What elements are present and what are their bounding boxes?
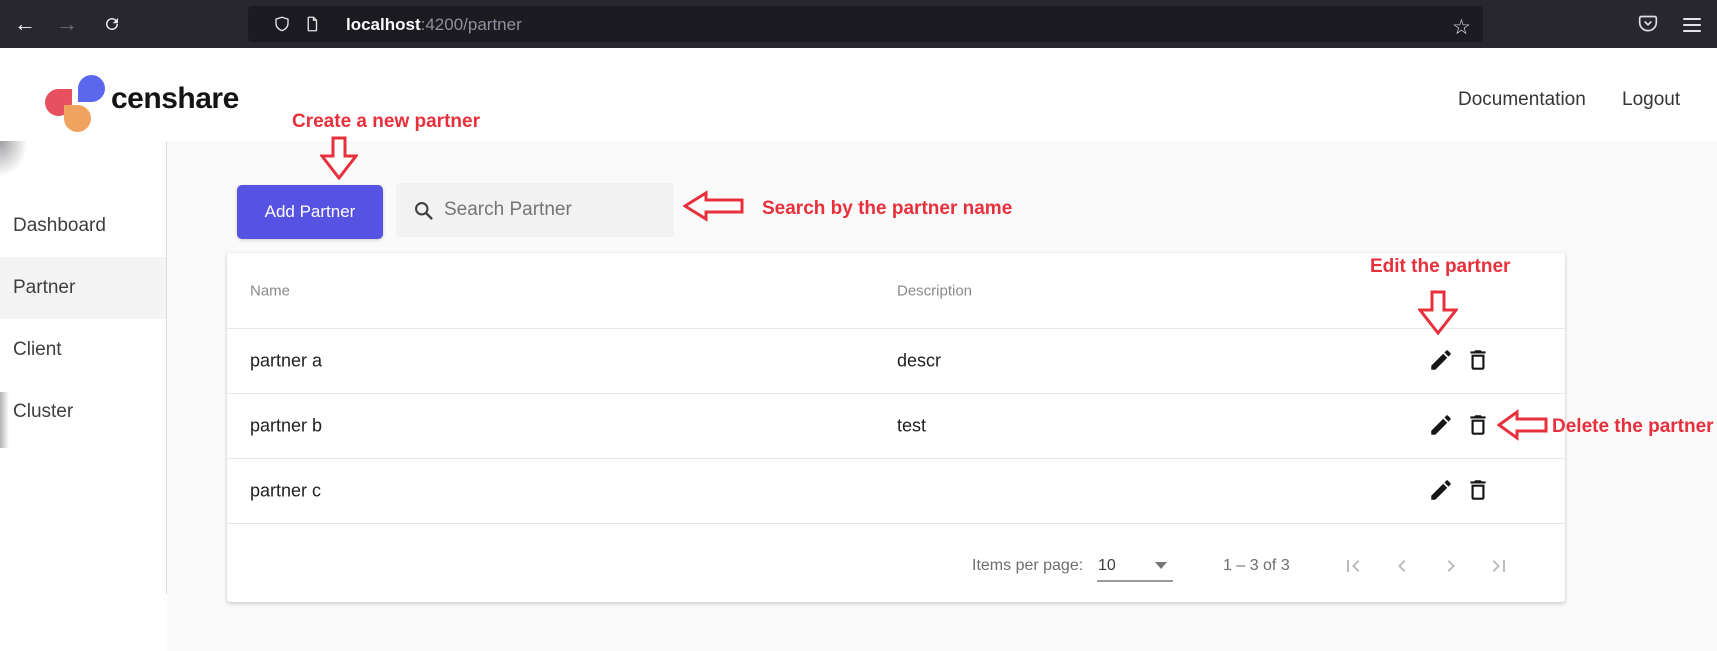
partner-name-cell: partner a — [250, 351, 322, 372]
url-path: :4200/partner — [421, 15, 522, 34]
delete-icon[interactable] — [1464, 347, 1492, 375]
url-bar[interactable]: localhost:4200/partner ☆ — [248, 6, 1483, 42]
partner-name-cell: partner b — [250, 416, 322, 437]
first-page-icon[interactable] — [1341, 554, 1365, 578]
app-header: censhare Documentation Logout — [0, 48, 1717, 142]
search-partner-box — [396, 183, 674, 237]
previous-page-icon[interactable] — [1390, 554, 1414, 578]
pocket-icon[interactable] — [1637, 14, 1659, 39]
sidebar-item-client[interactable]: Client — [0, 319, 166, 381]
back-icon[interactable]: ← — [8, 7, 42, 41]
browser-toolbar: ← → localhost:4200/partner ☆ — [0, 0, 1717, 48]
annotation-edit-partner: Edit the partner — [1370, 256, 1510, 278]
logout-link[interactable]: Logout — [1622, 89, 1680, 111]
page-size-underline — [1097, 580, 1173, 582]
page-info-icon[interactable] — [303, 15, 321, 38]
edit-icon[interactable] — [1427, 412, 1455, 440]
sidebar-item-cluster[interactable]: Cluster — [0, 381, 166, 443]
bookmark-star-icon[interactable]: ☆ — [1452, 15, 1471, 40]
logo-petal-orange — [64, 105, 91, 132]
sidebar-item-dashboard[interactable]: Dashboard — [0, 195, 166, 257]
column-header-description: Description — [897, 282, 972, 299]
table-row: partner b test — [227, 393, 1565, 458]
table-header-row: Name Description — [227, 253, 1565, 328]
page-size-select[interactable]: 10 — [1098, 557, 1116, 575]
url-text: localhost:4200/partner — [346, 15, 522, 35]
reload-icon[interactable] — [95, 7, 129, 41]
add-partner-button[interactable]: Add Partner — [237, 185, 383, 239]
annotation-search-partner: Search by the partner name — [762, 198, 1012, 220]
items-per-page-label: Items per page: — [972, 557, 1083, 575]
next-page-icon[interactable] — [1439, 554, 1463, 578]
edit-icon[interactable] — [1427, 347, 1455, 375]
sidebar: Dashboard Partner Client Cluster — [0, 141, 167, 594]
partner-table-card: Name Description partner a descr partner… — [227, 253, 1565, 602]
shield-icon[interactable] — [273, 15, 291, 38]
logo-petal-blue — [78, 75, 105, 102]
forward-icon[interactable]: → — [50, 7, 84, 41]
annotation-create-partner: Create a new partner — [292, 111, 480, 133]
annotation-arrow-left-search — [683, 190, 745, 223]
url-host: localhost — [346, 15, 421, 34]
paginator: Items per page: 10 1 – 3 of 3 — [227, 523, 1565, 603]
documentation-link[interactable]: Documentation — [1458, 89, 1586, 111]
logo-text: censhare — [111, 82, 239, 116]
table-row: partner a descr — [227, 328, 1565, 393]
search-icon — [413, 200, 434, 221]
shadow-artifact-left — [0, 392, 9, 448]
annotation-arrow-down-create — [320, 136, 358, 180]
partner-description-cell: test — [897, 416, 926, 437]
delete-icon[interactable] — [1464, 412, 1492, 440]
dropdown-arrow-icon[interactable] — [1155, 562, 1167, 569]
shadow-artifact-top — [0, 141, 28, 177]
search-partner-input[interactable] — [442, 198, 656, 222]
partner-name-cell: partner c — [250, 481, 321, 502]
sidebar-item-partner[interactable]: Partner — [0, 257, 166, 319]
last-page-icon[interactable] — [1487, 554, 1511, 578]
menu-icon[interactable] — [1683, 14, 1701, 36]
partner-description-cell: descr — [897, 351, 941, 372]
table-row: partner c — [227, 458, 1565, 523]
annotation-arrow-left-delete — [1497, 408, 1549, 442]
annotation-arrow-down-edit — [1418, 290, 1458, 335]
page-range-label: 1 – 3 of 3 — [1223, 557, 1290, 575]
edit-icon[interactable] — [1427, 477, 1455, 505]
annotation-delete-partner: Delete the partner — [1552, 416, 1714, 438]
delete-icon[interactable] — [1464, 477, 1492, 505]
column-header-name: Name — [250, 282, 290, 299]
